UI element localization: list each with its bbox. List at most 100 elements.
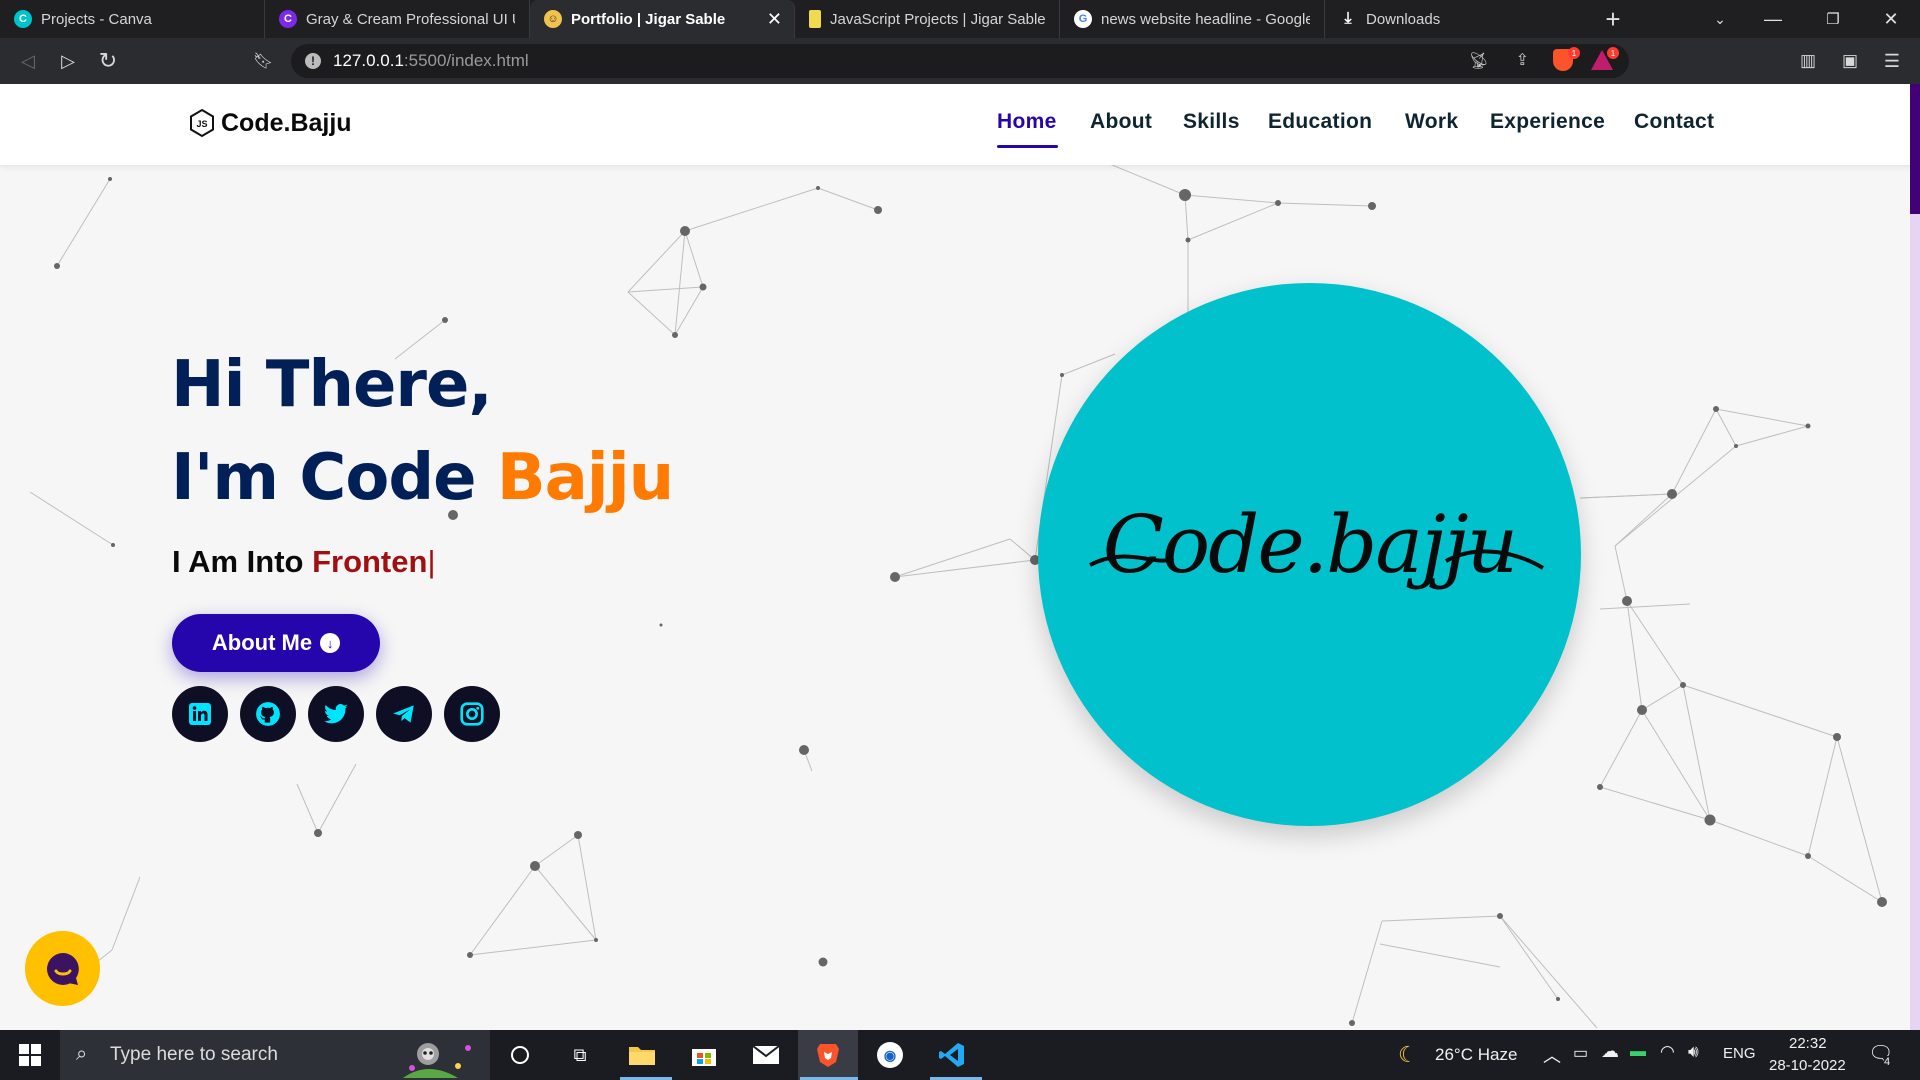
signature-text: Code.bajju [1102, 498, 1518, 591]
canva-icon: C [14, 10, 32, 28]
avatar-favicon-icon: ☺ [544, 10, 562, 28]
vscode-button[interactable] [922, 1030, 982, 1080]
linkedin-button[interactable] [172, 686, 228, 742]
linkedin-icon [189, 703, 211, 725]
github-button[interactable] [240, 686, 296, 742]
reload-icon[interactable]: ↻ [90, 38, 126, 84]
mail-icon [752, 1045, 780, 1064]
url-text: 127.0.0.1:5500/index.html [333, 51, 529, 70]
typed-word: Fronten [312, 544, 428, 579]
app-circle-icon: ◉ [877, 1042, 903, 1068]
twitter-icon [324, 704, 348, 724]
nav-skills[interactable]: Skills [1183, 110, 1240, 134]
typing-caret: | [427, 544, 436, 579]
menu-icon[interactable]: ☰ [1874, 38, 1910, 84]
tray-expand-chevron-icon[interactable]: ︿ [1543, 1042, 1561, 1068]
telegram-icon [393, 705, 414, 723]
tab-js-projects[interactable]: JavaScript Projects | Jigar Sable [795, 0, 1060, 38]
instagram-button[interactable] [444, 686, 500, 742]
chat-icon [46, 952, 79, 985]
notification-count: 4 [1884, 1056, 1891, 1068]
minimize-icon[interactable]: — [1750, 0, 1796, 38]
clock-time[interactable]: 22:32 [1789, 1035, 1827, 1052]
twitter-button[interactable] [308, 686, 364, 742]
chat-widget-button[interactable] [25, 931, 100, 1006]
taskbar-search[interactable]: ⌕ Type here to search [60, 1030, 490, 1080]
brave-icon [817, 1044, 839, 1067]
hero-greeting: Hi There, [171, 348, 493, 422]
battery-icon[interactable]: ▬ [1630, 1043, 1646, 1061]
tab-canva-projects[interactable]: C Projects - Canva [0, 0, 265, 38]
vscode-icon [939, 1043, 964, 1067]
profile-avatar: Code.bajju [1038, 283, 1581, 826]
nav-work[interactable]: Work [1405, 110, 1458, 134]
tab-portfolio[interactable]: ☺ Portfolio | Jigar Sable ✕ [530, 0, 795, 38]
nav-home[interactable]: Home [997, 110, 1057, 134]
js-shield-icon [809, 10, 821, 28]
download-icon: ⤓ [1344, 10, 1352, 27]
cortana-icon [511, 1046, 529, 1064]
cortana-button[interactable] [490, 1030, 550, 1080]
page-scrollbar-track[interactable] [1910, 84, 1920, 1030]
hero-name: I'm Code Bajju [171, 441, 674, 515]
svg-text:JS: JS [196, 119, 207, 129]
clock-date[interactable]: 28-10-2022 [1769, 1057, 1846, 1074]
language-indicator[interactable]: ENG [1723, 1045, 1756, 1062]
nav-active-underline [997, 145, 1058, 148]
typing-text: I Am Into Fronten| [172, 544, 436, 579]
about-me-button[interactable]: About Me ↓ [172, 614, 380, 672]
site-info-icon[interactable]: ! [305, 53, 321, 69]
cast-icon[interactable]: 📡︎ [1469, 51, 1489, 71]
shields-badge: 1 [1568, 47, 1580, 59]
onedrive-cloud-icon[interactable]: ☁ [1601, 1041, 1619, 1062]
brand-logo[interactable]: JS Code.Bajju [188, 108, 352, 138]
windows-taskbar: ⌕ Type here to search ⧉ ◉ ☾ 26°C Haze ︿ … [0, 1030, 1920, 1080]
task-view-icon: ⧉ [573, 1044, 587, 1065]
back-icon[interactable]: ◁ [10, 38, 46, 84]
store-button[interactable] [674, 1030, 734, 1080]
wallet-icon[interactable]: ▣ [1832, 38, 1868, 84]
close-window-icon[interactable]: ✕ [1868, 0, 1914, 38]
telegram-button[interactable] [376, 686, 432, 742]
search-icon: ⌕ [76, 1043, 88, 1065]
tab-downloads[interactable]: ⤓ Downloads [1325, 0, 1585, 38]
start-button[interactable] [0, 1030, 60, 1080]
nav-about[interactable]: About [1090, 110, 1152, 134]
nav-education[interactable]: Education [1268, 110, 1372, 134]
brave-browser-button[interactable] [798, 1030, 858, 1080]
new-tab-icon[interactable]: + [1590, 0, 1636, 38]
tab-canva-design[interactable]: C Gray & Cream Professional UI UX [265, 0, 530, 38]
weather-moon-icon[interactable]: ☾ [1398, 1042, 1418, 1068]
share-icon[interactable]: ⇪ [1516, 50, 1529, 70]
search-placeholder: Type here to search [110, 1044, 278, 1065]
address-bar[interactable]: ! 127.0.0.1:5500/index.html 📡︎ ⇪ 1 1 [291, 44, 1629, 78]
browser-toolbar: ◁ ▷ ↻ 🔖︎ ! 127.0.0.1:5500/index.html 📡︎ … [0, 38, 1920, 84]
tab-google-search[interactable]: G news website headline - Google [1060, 0, 1325, 38]
brand-name: Code.Bajju [221, 108, 352, 137]
tab-search-chevron-icon[interactable]: ⌄ [1697, 0, 1743, 38]
page-scrollbar-thumb[interactable] [1910, 84, 1920, 214]
weather-text[interactable]: 26°C Haze [1435, 1045, 1517, 1065]
folder-icon [629, 1047, 655, 1065]
mail-button[interactable] [736, 1030, 796, 1080]
google-icon: G [1074, 10, 1092, 28]
nav-experience[interactable]: Experience [1490, 110, 1605, 134]
wifi-icon[interactable]: ◠ [1660, 1042, 1675, 1062]
meet-now-icon[interactable]: ▭ [1573, 1043, 1588, 1063]
site-navbar: JS Code.Bajju Home About Skills Educatio… [0, 84, 1920, 165]
volume-icon[interactable]: 🔊︎ [1688, 1042, 1699, 1062]
arrow-circle-down-icon: ↓ [320, 633, 341, 653]
bookmark-icon[interactable]: 🔖︎ [245, 38, 281, 84]
file-explorer-button[interactable] [612, 1030, 672, 1080]
close-tab-icon[interactable]: ✕ [767, 9, 782, 30]
forward-icon[interactable]: ▷ [50, 38, 86, 84]
tab-strip: C Projects - Canva C Gray & Cream Profes… [0, 0, 1920, 38]
task-view-button[interactable]: ⧉ [550, 1030, 610, 1080]
windows-logo-icon [19, 1044, 41, 1066]
restore-icon[interactable]: ❐ [1810, 0, 1856, 38]
app-button[interactable]: ◉ [860, 1030, 920, 1080]
sidebar-toggle-icon[interactable]: ▥ [1790, 38, 1826, 84]
instagram-icon [460, 702, 484, 726]
github-icon [256, 702, 280, 726]
nav-contact[interactable]: Contact [1634, 110, 1714, 134]
